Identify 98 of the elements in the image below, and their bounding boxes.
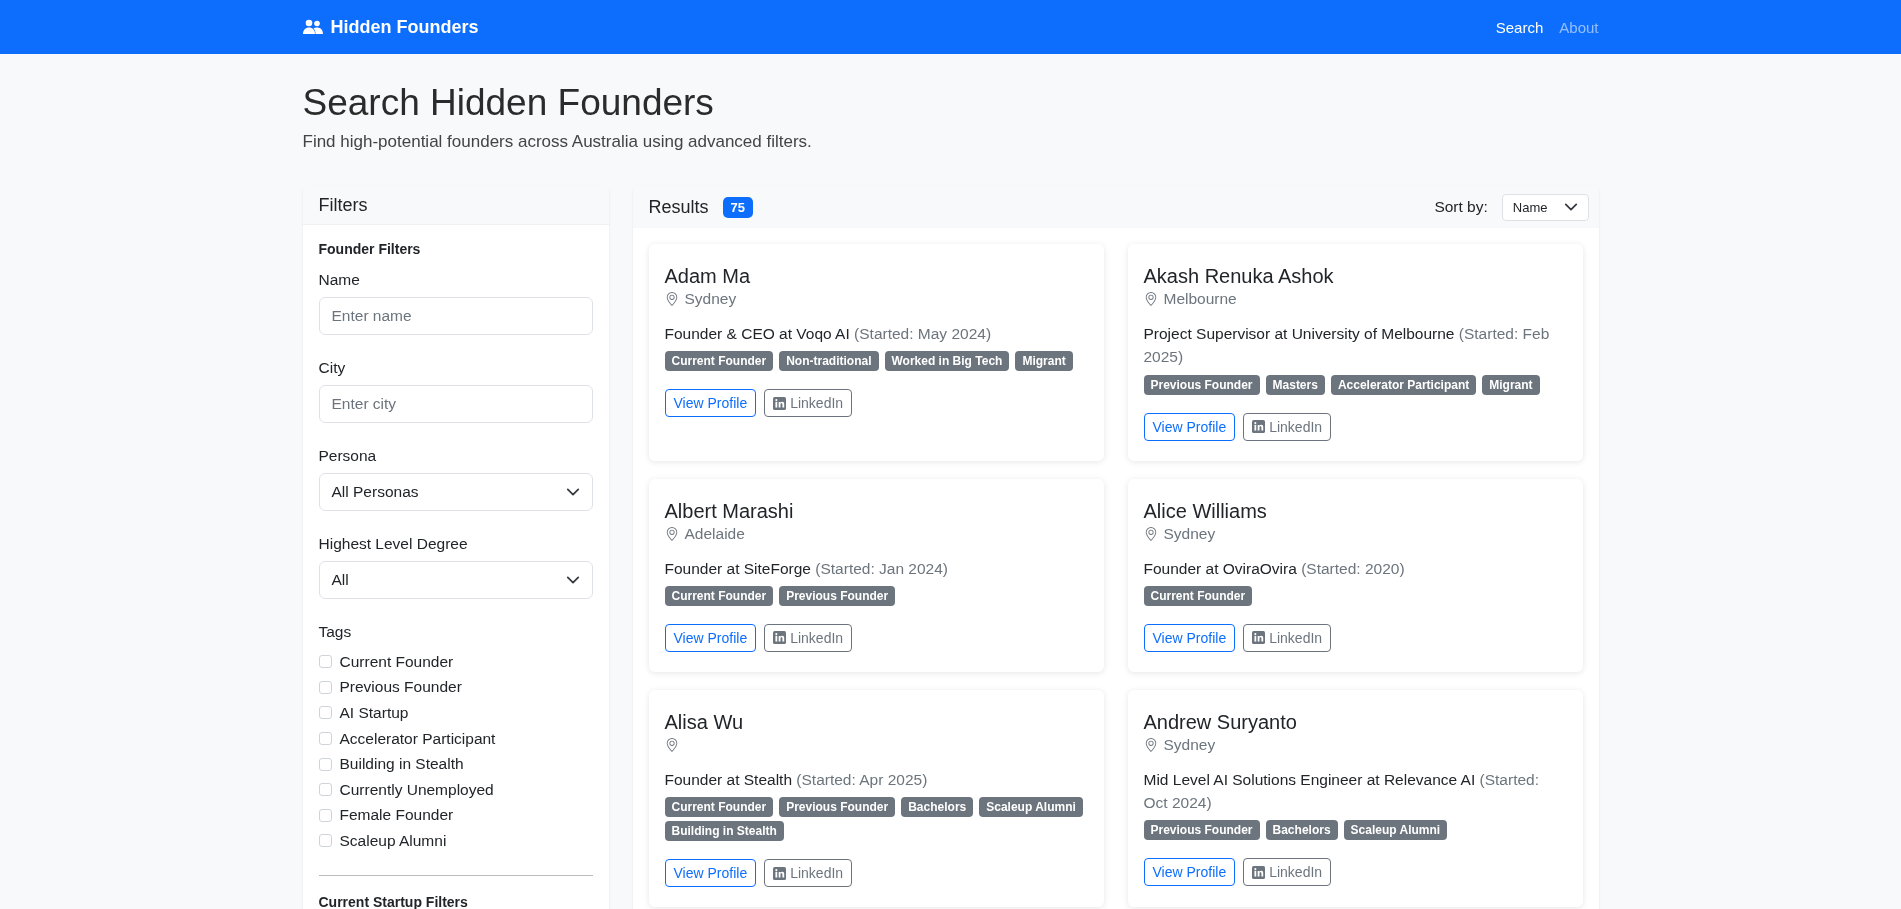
- tag-badge: Worked in Big Tech: [884, 351, 1010, 372]
- tag-badge: Accelerator Participant: [1330, 374, 1477, 395]
- input-field[interactable]: Enter city: [318, 385, 593, 423]
- tag-badge: Previous Founder: [779, 797, 896, 817]
- field-label: Name: [318, 271, 361, 289]
- checkbox-label: Previous Founder: [339, 678, 462, 697]
- tag-badge: Building in Stealth: [664, 821, 784, 841]
- map-pin-icon: [664, 525, 679, 542]
- linkedin-icon: [773, 866, 787, 880]
- tag-badge: Masters: [1265, 374, 1325, 395]
- linkedin-icon: [773, 396, 787, 410]
- checkbox[interactable]: [318, 834, 332, 848]
- field-label: Highest Level Degree: [318, 535, 469, 553]
- tag-badge: Migrant: [1015, 351, 1073, 372]
- section-heading: Current Startup Filters: [318, 894, 469, 909]
- view-profile-button[interactable]: View Profile: [664, 859, 757, 887]
- map-pin-icon: [664, 291, 679, 307]
- dropdown[interactable]: All Personas: [318, 473, 593, 511]
- map-pin-icon: [664, 736, 679, 753]
- checkbox-label: Female Founder: [339, 806, 454, 825]
- linkedin-icon: [773, 631, 787, 645]
- tag-badge: Non-traditional: [779, 351, 879, 372]
- founder-role: Founder at SiteForge (Started: Jan 2024): [664, 558, 949, 579]
- map-pin-icon: [1143, 525, 1158, 542]
- checkbox-label: Accelerator Participant: [339, 729, 496, 748]
- founder-name: Albert Marashi: [664, 499, 795, 523]
- checkbox-label: Building in Stealth: [339, 755, 464, 774]
- checkbox[interactable]: [318, 732, 332, 746]
- linkedin-icon: [1252, 420, 1266, 433]
- tag-badge: Bachelors: [1265, 820, 1338, 841]
- map-pin-icon: [1143, 736, 1158, 753]
- panel-title: Filters: [318, 194, 368, 216]
- founder-name: Alice Williams: [1143, 499, 1268, 523]
- tag-badge: Current Founder: [664, 797, 774, 817]
- founder-city: Sydney: [1163, 524, 1216, 543]
- people-icon: [302, 19, 323, 35]
- founder-name: Alisa Wu: [664, 710, 745, 734]
- linkedin-button[interactable]: LinkedIn: [1243, 623, 1332, 652]
- map-pin-icon: [1143, 291, 1158, 307]
- checkbox-label: Current Founder: [339, 652, 454, 671]
- section-heading: Founder Filters: [318, 241, 422, 257]
- founder-city: Sydney: [1163, 735, 1216, 754]
- view-profile-button[interactable]: View Profile: [664, 389, 757, 418]
- founder-role: Founder at Stealth (Started: Apr 2025): [664, 769, 929, 790]
- field-label: Tags: [318, 623, 353, 641]
- checkbox[interactable]: [318, 757, 332, 771]
- view-profile-button[interactable]: View Profile: [1143, 623, 1236, 652]
- checkbox[interactable]: [318, 680, 332, 694]
- founder-name: Akash Renuka Ashok: [1143, 265, 1335, 288]
- view-profile-button[interactable]: View Profile: [1143, 858, 1236, 887]
- brand-logo[interactable]: Hidden Founders: [302, 16, 479, 38]
- linkedin-icon: [1252, 865, 1266, 879]
- sort-label: Sort by:: [1434, 198, 1488, 216]
- checkbox-label: Currently Unemployed: [339, 780, 494, 799]
- page-subtitle: Find high-potential founders across Australia using advanced filters.: [302, 132, 813, 152]
- founder-role: Founder at OviraOvira (Started: 2020): [1143, 558, 1406, 579]
- page-title: Search Hidden Founders: [302, 82, 715, 124]
- nav-link[interactable]: Search: [1495, 18, 1544, 36]
- checkbox-label: Scaleup Alumni: [339, 831, 447, 850]
- panel-title: Results: [648, 196, 709, 218]
- founder-name: Andrew Suryanto: [1143, 710, 1298, 734]
- checkbox[interactable]: [318, 655, 332, 669]
- dropdown[interactable]: All: [318, 561, 593, 599]
- count-badge: 75: [722, 196, 753, 218]
- founder-role: Founder & CEO at Voqo AI (Started: May 2024): [664, 324, 993, 344]
- linkedin-button[interactable]: LinkedIn: [1243, 412, 1332, 441]
- field-label: Persona: [318, 447, 378, 465]
- linkedin-button[interactable]: LinkedIn: [764, 859, 853, 887]
- tag-badge: Scaleup Alumni: [1343, 820, 1448, 841]
- founder-name: Adam Ma: [664, 265, 752, 288]
- founder-city: Melbourne: [1163, 290, 1237, 308]
- linkedin-button[interactable]: LinkedIn: [764, 623, 853, 652]
- founder-role: Mid Level AI Solutions Engineer at Relevance AI (Started: Oct 2024): [1143, 769, 1540, 813]
- tag-badge: Current Founder: [664, 351, 774, 372]
- tag-badge: Current Founder: [664, 585, 774, 606]
- nav-link[interactable]: About: [1559, 18, 1599, 36]
- view-profile-button[interactable]: View Profile: [664, 623, 757, 652]
- founder-city: Sydney: [684, 290, 737, 308]
- checkbox-label: AI Startup: [339, 704, 409, 722]
- tag-badge: Scaleup Alumni: [979, 797, 1083, 817]
- input-field[interactable]: Enter name: [318, 297, 593, 335]
- linkedin-button[interactable]: LinkedIn: [1243, 858, 1332, 887]
- founder-city: Adelaide: [684, 524, 745, 543]
- tag-badge: Previous Founder: [1143, 374, 1260, 395]
- field-label: City: [318, 359, 347, 377]
- tag-badge: Current Founder: [1143, 585, 1253, 606]
- checkbox[interactable]: [318, 706, 332, 720]
- checkbox[interactable]: [318, 783, 332, 797]
- tag-badge: Migrant: [1482, 374, 1540, 395]
- view-profile-button[interactable]: View Profile: [1143, 412, 1236, 441]
- checkbox[interactable]: [318, 808, 332, 822]
- tag-badge: Bachelors: [901, 797, 974, 817]
- tag-badge: Previous Founder: [1143, 820, 1260, 841]
- tag-badge: Previous Founder: [779, 585, 896, 606]
- founder-role: Project Supervisor at University of Melbourne (Started: Feb 2025): [1143, 324, 1551, 368]
- linkedin-button[interactable]: LinkedIn: [764, 389, 853, 418]
- sort-dropdown[interactable]: Name: [1501, 193, 1589, 221]
- linkedin-icon: [1252, 631, 1266, 645]
